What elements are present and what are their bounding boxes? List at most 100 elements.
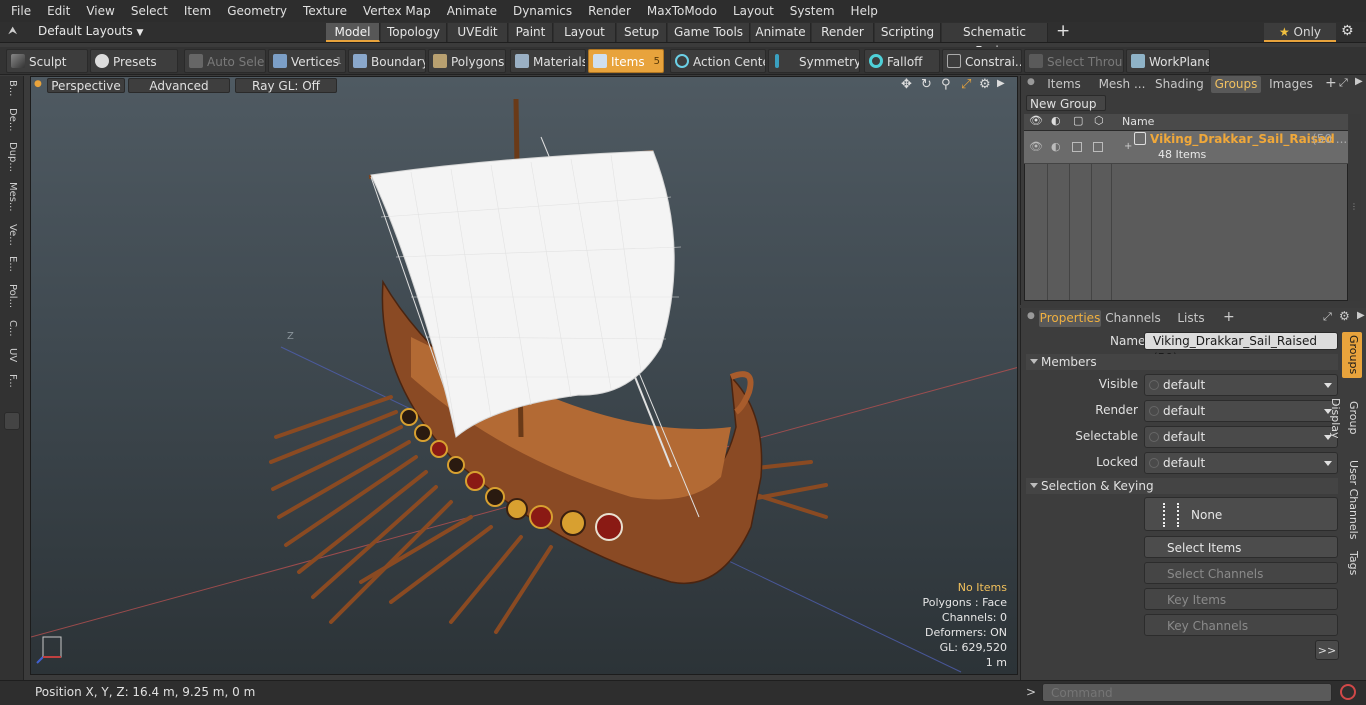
side-tab-groups[interactable]: Groups	[1342, 332, 1362, 378]
materials-button[interactable]: Materials	[510, 49, 586, 73]
properties-expand-icon[interactable]: ⤢	[1323, 310, 1332, 324]
menu-system[interactable]: System	[782, 0, 843, 22]
menu-edit[interactable]: Edit	[39, 0, 78, 22]
name-column-header[interactable]: Name	[1122, 115, 1154, 128]
falloff-button[interactable]: Falloff	[864, 49, 940, 73]
menu-animate[interactable]: Animate	[439, 0, 505, 22]
left-tab-vertex[interactable]: Ve...	[4, 224, 20, 246]
side-tab-group-display[interactable]: Group Display	[1329, 382, 1362, 454]
expand-group-icon[interactable]: +	[1124, 141, 1132, 152]
left-strip-toggle[interactable]	[4, 412, 20, 430]
menu-layout[interactable]: Layout	[725, 0, 782, 22]
symmetry-button[interactable]: Symmetry	[768, 49, 860, 73]
tab-shading[interactable]: Shading	[1155, 76, 1204, 93]
gear-icon[interactable]: ⚙	[1341, 23, 1354, 39]
menu-file[interactable]: File	[0, 0, 39, 22]
side-tab-tags[interactable]: Tags	[1342, 548, 1362, 578]
group-name-field[interactable]: Viking_Drakkar_Sail_Raised (50)	[1144, 332, 1338, 365]
left-tab-deform[interactable]: De...	[4, 108, 20, 131]
render-dropdown[interactable]: default	[1144, 400, 1338, 422]
visible-dropdown[interactable]: default	[1144, 374, 1338, 396]
expand-icon[interactable]: ⤢	[1339, 76, 1348, 90]
tab-paint[interactable]: Paint	[509, 23, 553, 42]
auto-select-button[interactable]: Auto Select	[184, 49, 266, 73]
menu-maxtomodo[interactable]: MaxToModo	[639, 0, 725, 22]
tab-images[interactable]: Images	[1265, 76, 1317, 93]
menu-select[interactable]: Select	[123, 0, 176, 22]
add-properties-tab-icon[interactable]: +	[1223, 309, 1235, 325]
panel-more-icon[interactable]: ▶	[1355, 76, 1363, 87]
left-tab-uv[interactable]: UV	[4, 348, 20, 362]
menu-texture[interactable]: Texture	[295, 0, 355, 22]
tab-lists[interactable]: Lists	[1165, 310, 1217, 327]
tab-schematic-fusion[interactable]: Schematic Fusion	[942, 23, 1048, 58]
action-center-button[interactable]: Action Center	[670, 49, 766, 73]
tab-channels[interactable]: Channels	[1105, 310, 1161, 327]
none-button[interactable]: None	[1144, 497, 1338, 531]
menu-view[interactable]: View	[78, 0, 122, 22]
tab-mesh[interactable]: Mesh ...	[1093, 76, 1151, 93]
locked-dropdown[interactable]: default	[1144, 452, 1338, 474]
key-channels-button[interactable]: Key Channels	[1144, 614, 1338, 636]
tab-animate[interactable]: Animate	[751, 23, 811, 42]
tab-scripting[interactable]: Scripting	[875, 23, 941, 42]
key-items-button[interactable]: Key Items	[1144, 588, 1338, 610]
properties-more-icon[interactable]: ▶	[1357, 310, 1365, 321]
menu-help[interactable]: Help	[843, 0, 886, 22]
left-tab-curve[interactable]: C...	[4, 320, 20, 337]
lock-icon[interactable]: ⬡	[1094, 114, 1104, 127]
tab-model[interactable]: Model	[326, 23, 380, 42]
select-items-button[interactable]: Select Items	[1144, 536, 1338, 558]
left-tab-fusion[interactable]: F...	[4, 374, 20, 388]
tab-game-tools[interactable]: Game Tools	[668, 23, 750, 42]
polygons-button[interactable]: Polygons	[428, 49, 506, 73]
row-render-icon[interactable]: ◐	[1051, 140, 1061, 153]
menu-geometry[interactable]: Geometry	[219, 0, 295, 22]
workplane-button[interactable]: WorkPlane	[1126, 49, 1210, 73]
tab-items[interactable]: Items	[1039, 76, 1089, 93]
tab-groups[interactable]: Groups	[1211, 76, 1261, 93]
vertices-button[interactable]: Vertices 1	[268, 49, 346, 73]
record-icon[interactable]	[1340, 684, 1356, 700]
select-icon[interactable]: ▢	[1073, 114, 1083, 127]
tab-topology[interactable]: Topology	[381, 23, 447, 42]
select-channels-button[interactable]: Select Channels	[1144, 562, 1338, 584]
sculpt-button[interactable]: Sculpt	[6, 49, 88, 73]
render-icon[interactable]: ◐	[1051, 114, 1061, 127]
menu-item[interactable]: Item	[176, 0, 219, 22]
constraints-button[interactable]: Constrai...	[942, 49, 1022, 73]
left-tab-mesh-edit[interactable]: Mes...	[4, 182, 20, 212]
tab-render[interactable]: Render	[812, 23, 874, 42]
command-input[interactable]	[1042, 683, 1332, 702]
properties-gear-icon[interactable]: ⚙	[1339, 309, 1350, 323]
items-button[interactable]: Items 5	[588, 49, 664, 73]
new-group-button[interactable]: New Group	[1026, 95, 1106, 111]
row-select-toggle[interactable]	[1072, 142, 1082, 152]
layout-up-icon[interactable]: ⮝	[8, 24, 17, 38]
tab-setup[interactable]: Setup	[617, 23, 667, 42]
menu-dynamics[interactable]: Dynamics	[505, 0, 580, 22]
boundary-button[interactable]: Boundary	[348, 49, 426, 73]
presets-button[interactable]: Presets	[90, 49, 178, 73]
row-eye-icon[interactable]: 👁	[1029, 140, 1043, 153]
left-tab-polygon[interactable]: Pol...	[4, 284, 20, 308]
side-tab-user-channels[interactable]: User Channels	[1342, 460, 1362, 540]
tab-properties[interactable]: Properties	[1039, 310, 1101, 327]
layout-selector[interactable]: Default Layouts ▼	[38, 24, 143, 38]
more-button[interactable]: >>	[1315, 640, 1339, 660]
add-layout-button[interactable]: +	[1056, 22, 1070, 41]
add-tab-icon[interactable]: +	[1325, 75, 1337, 91]
left-tab-edge[interactable]: E...	[4, 256, 20, 272]
3d-viewport[interactable]: ● Perspective Advanced Ray GL: Off ✥ ↻ ⚲…	[30, 76, 1018, 675]
menu-vertex-map[interactable]: Vertex Map	[355, 0, 439, 22]
left-tab-duplicate[interactable]: Dup...	[4, 142, 20, 172]
selectable-dropdown[interactable]: default	[1144, 426, 1338, 448]
members-section-header[interactable]: Members	[1026, 354, 1338, 370]
menu-render[interactable]: Render	[580, 0, 639, 22]
groups-scrollbar[interactable]: ⋮	[1349, 114, 1361, 301]
left-tab-basic[interactable]: B...	[4, 80, 20, 96]
eye-icon[interactable]: 👁	[1029, 114, 1043, 127]
tab-layout[interactable]: Layout	[554, 23, 616, 42]
selection-keying-section-header[interactable]: Selection & Keying	[1026, 478, 1338, 494]
only-button[interactable]: ★ Only	[1264, 23, 1336, 42]
